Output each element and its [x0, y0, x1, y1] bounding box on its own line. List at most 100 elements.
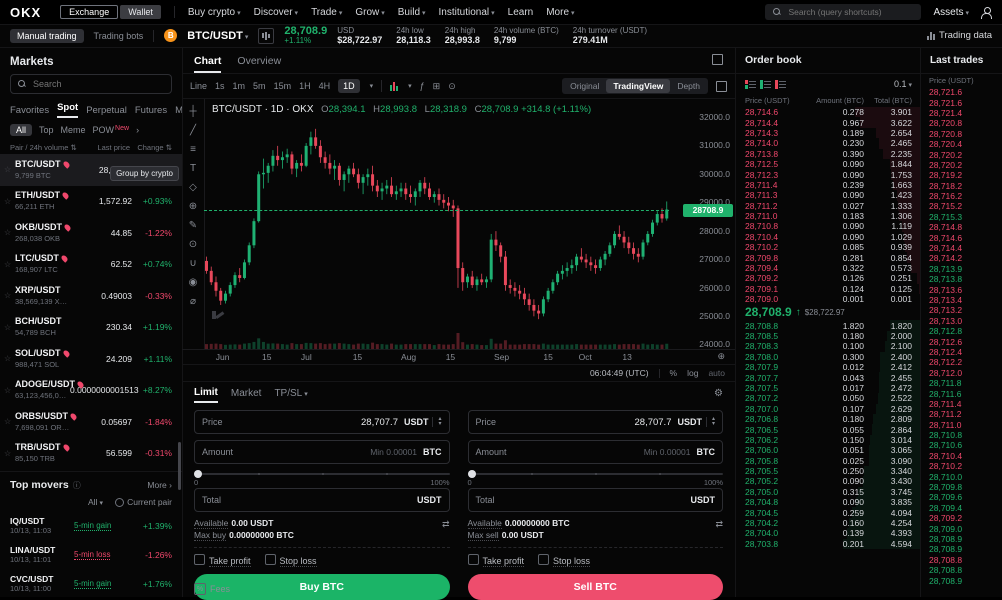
tab-tpsl[interactable]: TP/SL▾ — [274, 388, 307, 399]
market-row[interactable]: ☆ADOGE/USDT63,123,456,000 ADO0.000000000… — [0, 375, 182, 407]
markets-search-input[interactable] — [31, 78, 155, 90]
timeframe-1h[interactable]: 1H — [299, 81, 311, 91]
provider-tradingview[interactable]: TradingView — [606, 79, 670, 93]
orderbook-ask-row[interactable]: 28,711.30.0901.423 — [736, 190, 921, 200]
orderbook-ask-row[interactable]: 28,714.60.2783.901 — [736, 107, 921, 117]
trade-row[interactable]: 28,708.8 — [921, 565, 1002, 575]
timeframe-5m[interactable]: 5m — [253, 81, 266, 91]
trade-row[interactable]: 28,710.8 — [921, 430, 1002, 440]
mid-price-row[interactable]: 28,708.9 ↑ $28,722.97 — [736, 304, 921, 320]
timeframe-line[interactable]: Line — [190, 81, 207, 91]
orderbook-bid-row[interactable]: 28,705.20.0903.430 — [736, 476, 921, 486]
tab-overview[interactable]: Overview — [237, 55, 281, 73]
buy-stop-loss-checkbox[interactable]: Stop loss — [265, 554, 317, 566]
orderbook-ask-row[interactable]: 28,710.40.0901.029 — [736, 232, 921, 242]
nav-item-grow[interactable]: Grow▾ — [355, 7, 384, 18]
orderbook-bid-row[interactable]: 28,707.50.0172.472 — [736, 383, 921, 393]
favorite-star-icon[interactable]: ☆ — [4, 260, 15, 269]
market-row[interactable]: ☆TRB/USDT85,150 TRB56.599-0.31% — [0, 438, 182, 470]
col-last-price[interactable]: Last price — [78, 143, 130, 152]
favorite-star-icon[interactable]: ☆ — [4, 354, 15, 363]
nav-item-buy-crypto[interactable]: Buy crypto▾ — [188, 7, 241, 18]
buy-take-profit-checkbox[interactable]: Take profit — [194, 554, 251, 566]
trade-row[interactable]: 28,720.8 — [921, 118, 1002, 128]
orderbook-ask-row[interactable]: 28,709.80.2810.854 — [736, 252, 921, 262]
pair-selector[interactable]: BTC/USDT▾ — [187, 30, 248, 42]
sell-total-field[interactable]: Total USDT — [468, 488, 724, 512]
exchange-toggle-button[interactable]: Exchange — [60, 5, 118, 19]
orderbook-bid-row[interactable]: 28,708.00.3002.400 — [736, 352, 921, 362]
tab-spot[interactable]: Spot — [57, 102, 78, 118]
prediction-tool-icon[interactable]: ⊕ — [189, 202, 197, 212]
manual-trading-tab[interactable]: Manual trading — [10, 29, 84, 43]
buy-amount-slider[interactable]: 0 100% — [194, 470, 450, 484]
sell-price-field[interactable]: Price USDT ▴▾ — [468, 410, 724, 434]
orderbook-ask-row[interactable]: 28,709.00.0010.001 — [736, 294, 921, 304]
trade-row[interactable]: 28,718.2 — [921, 181, 1002, 191]
trade-row[interactable]: 28,710.2 — [921, 461, 1002, 471]
orderbook-ask-row[interactable]: 28,710.80.0901.119 — [736, 221, 921, 231]
orderbook-ask-row[interactable]: 28,714.30.1892.654 — [736, 128, 921, 138]
orderbook-ask-row[interactable]: 28,713.80.3902.235 — [736, 149, 921, 159]
precision-selector[interactable]: 0.1▾ — [894, 79, 912, 89]
sell-total-input[interactable] — [499, 494, 687, 507]
orderbook-bid-row[interactable]: 28,705.50.2503.340 — [736, 466, 921, 476]
trade-row[interactable]: 28,713.4 — [921, 295, 1002, 305]
buy-total-field[interactable]: Total USDT — [194, 488, 450, 512]
current-pair-radio[interactable]: Current pair — [115, 497, 172, 507]
transfer-icon[interactable]: ⇄ — [715, 519, 723, 531]
top-movers-more-link[interactable]: More › — [147, 480, 172, 490]
fib-tool-icon[interactable]: ≡ — [190, 145, 196, 155]
trade-row[interactable]: 28,712.2 — [921, 357, 1002, 367]
measure-tool-icon[interactable]: ⊙ — [189, 240, 197, 250]
trade-row[interactable]: 28,708.8 — [921, 555, 1002, 565]
nav-item-trade[interactable]: Trade▾ — [311, 7, 342, 18]
chart-clock[interactable]: 06:04:49 (UTC) — [590, 368, 649, 378]
movers-filter-all[interactable]: All▾ — [88, 497, 103, 507]
orderbook-bid-row[interactable]: 28,706.00.0513.065 — [736, 445, 921, 455]
orderbook-bid-row[interactable]: 28,705.80.0253.090 — [736, 456, 921, 466]
plus-circle-icon[interactable]: ⊕ — [717, 351, 725, 362]
orderbook-bid-row[interactable]: 28,705.00.3153.745 — [736, 487, 921, 497]
sidebar-scrollbar[interactable] — [178, 442, 181, 490]
trade-row[interactable]: 28,713.8 — [921, 274, 1002, 284]
trade-row[interactable]: 28,713.2 — [921, 305, 1002, 315]
orderbook-bid-row[interactable]: 28,703.80.2014.594 — [736, 539, 921, 549]
trade-row[interactable]: 28,708.9 — [921, 544, 1002, 554]
orderbook-bid-row[interactable]: 28,708.81.8201.820 — [736, 320, 921, 330]
tab-chart[interactable]: Chart — [194, 55, 221, 73]
trade-row[interactable]: 28,714.8 — [921, 222, 1002, 232]
global-search[interactable] — [765, 4, 921, 20]
provider-depth[interactable]: Depth — [670, 79, 707, 93]
orderbook-ask-row[interactable]: 28,709.10.1240.125 — [736, 284, 921, 294]
expand-icon[interactable] — [712, 54, 723, 65]
slider-knob[interactable] — [194, 470, 202, 478]
info-icon[interactable]: ⓘ — [73, 480, 81, 491]
favorite-star-icon[interactable]: ☆ — [4, 228, 15, 237]
orderbook-bid-row[interactable]: 28,704.20.1604.254 — [736, 518, 921, 528]
book-mode-bids-icon[interactable] — [760, 80, 771, 89]
compare-icon[interactable]: ⊞ — [433, 81, 441, 92]
market-row[interactable]: ☆ETH/USDT66,211 ETH1,572.92+0.93% — [0, 186, 182, 218]
trade-row[interactable]: 28,713.6 — [921, 284, 1002, 294]
timeframe-4h[interactable]: 4H — [319, 81, 331, 91]
chevron-down-icon[interactable]: ▾ — [408, 82, 412, 90]
market-row[interactable]: ☆LTC/USDT168,907 LTC62.52+0.74% — [0, 249, 182, 281]
orderbook-bid-row[interactable]: 28,704.80.0903.835 — [736, 497, 921, 507]
trade-row[interactable]: 28,712.6 — [921, 336, 1002, 346]
price-stepper[interactable]: ▴▾ — [432, 417, 441, 427]
mini-chart-icon[interactable] — [258, 28, 274, 44]
chip-pow[interactable]: POWNew — [93, 125, 130, 135]
sell-stop-loss-checkbox[interactable]: Stop loss — [538, 554, 590, 566]
trade-row[interactable]: 28,714.4 — [921, 243, 1002, 253]
trade-row[interactable]: 28,709.0 — [921, 523, 1002, 533]
favorite-star-icon[interactable]: ☆ — [4, 197, 15, 206]
timeframe-1d[interactable]: 1D — [338, 79, 360, 93]
orderbook-ask-row[interactable]: 28,711.40.2391.663 — [736, 180, 921, 190]
orderbook-bid-row[interactable]: 28,704.00.1394.393 — [736, 528, 921, 538]
chip-meme[interactable]: Meme — [61, 125, 86, 135]
trade-row[interactable]: 28,712.8 — [921, 326, 1002, 336]
trade-row[interactable]: 28,714.2 — [921, 253, 1002, 263]
orderbook-bid-row[interactable]: 28,706.50.0552.864 — [736, 424, 921, 434]
timeframe-1s[interactable]: 1s — [215, 81, 225, 91]
